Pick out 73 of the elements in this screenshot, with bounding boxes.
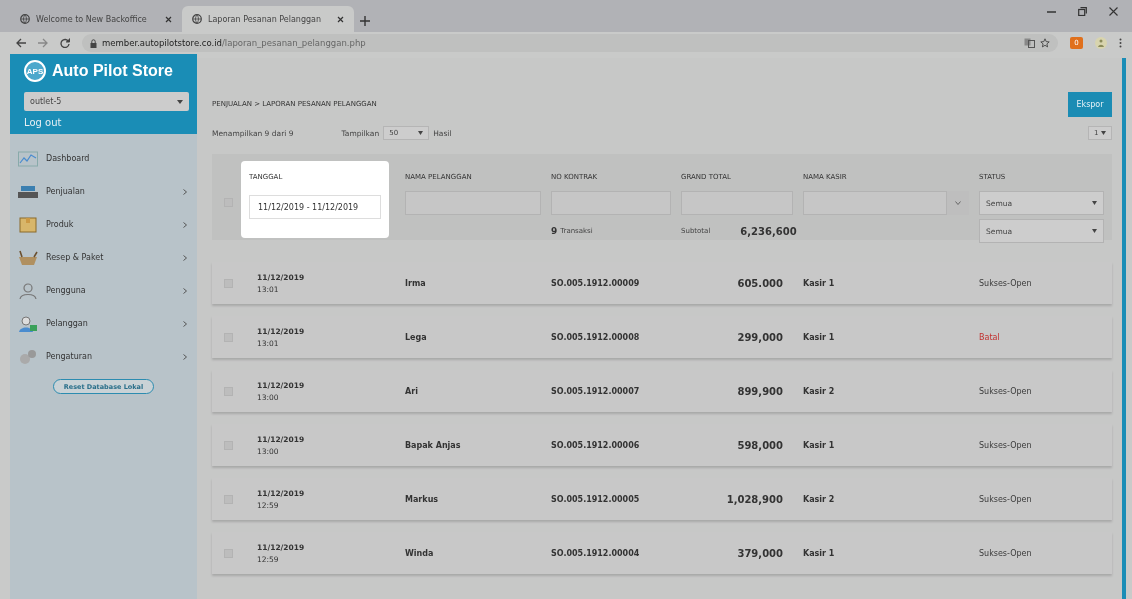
logo: APS bbox=[24, 60, 46, 82]
grand-total: 379,000 bbox=[736, 547, 784, 559]
cashier-name: Kasir 2 bbox=[803, 494, 836, 504]
plus-icon[interactable] bbox=[360, 16, 370, 26]
restore-icon bbox=[1078, 6, 1087, 16]
sidebar-item[interactable]: Resep & Paket bbox=[18, 241, 187, 274]
grand-total: 1,028,900 bbox=[725, 493, 784, 505]
cashier-name: Kasir 1 bbox=[803, 440, 836, 450]
outlet-select[interactable]: outlet-5 bbox=[24, 92, 189, 111]
grand-total: 598,000 bbox=[736, 439, 784, 451]
contract-number: SO.005.1912.00005 bbox=[551, 494, 641, 504]
grand-total: 299,000 bbox=[736, 331, 784, 343]
order-status: Sukses-Open bbox=[979, 494, 1033, 504]
profile-icon bbox=[1095, 37, 1107, 49]
close-icon bbox=[1109, 6, 1118, 16]
more-icon bbox=[1119, 38, 1122, 48]
globe-icon bbox=[192, 14, 202, 24]
lock-icon bbox=[90, 38, 97, 48]
contract-number: SO.005.1912.00008 bbox=[551, 332, 641, 342]
back-arrow-icon bbox=[16, 38, 26, 48]
url-text[interactable]: member.autopilotstore.co.id/laporan_pesanan_pelanggan.php bbox=[102, 38, 366, 48]
reload-icon bbox=[60, 38, 70, 48]
cashier-name: Kasir 1 bbox=[803, 278, 836, 288]
customer-name: Winda bbox=[405, 548, 435, 558]
dropdown-caret-icon bbox=[418, 131, 424, 135]
customer-name: Bapak Anjas bbox=[405, 440, 462, 450]
globe-icon bbox=[20, 14, 30, 24]
grand-total: 899,900 bbox=[736, 385, 784, 397]
cashier-name: Kasir 2 bbox=[803, 386, 836, 396]
order-status: Batal bbox=[979, 332, 1001, 342]
customer-name: Irma bbox=[405, 278, 427, 288]
translate-icon bbox=[1024, 38, 1035, 48]
sidebar-item[interactable]: Pengguna bbox=[18, 274, 187, 307]
dropdown-caret-icon bbox=[1101, 131, 1106, 135]
forward-arrow-icon bbox=[38, 38, 48, 48]
bowl-icon bbox=[18, 249, 38, 266]
grand-total: 605.000 bbox=[736, 277, 784, 289]
user-icon bbox=[18, 282, 38, 299]
order-status: Sukses-Open bbox=[979, 440, 1033, 450]
chevron-down-icon bbox=[955, 201, 961, 205]
cashier-name: Kasir 1 bbox=[803, 548, 836, 558]
sidebar-item[interactable]: Penjualan bbox=[18, 175, 187, 208]
sidebar-item[interactable]: Pelanggan bbox=[18, 307, 187, 340]
close-icon bbox=[165, 15, 172, 23]
order-status: Sukses-Open bbox=[979, 386, 1033, 396]
dropdown-caret-icon bbox=[1092, 201, 1097, 205]
date-range-field[interactable]: 11/12/2019 - 11/12/2019 bbox=[249, 195, 381, 219]
customer-name: Ari bbox=[405, 386, 419, 396]
browser-tab[interactable]: Laporan Pesanan Pelanggan bbox=[182, 6, 354, 32]
export-button[interactable]: Ekspor bbox=[1068, 91, 1112, 117]
sidebar-item[interactable]: Pengaturan bbox=[18, 340, 187, 373]
contract-number: SO.005.1912.00006 bbox=[551, 440, 641, 450]
sidebar-item[interactable]: Produk bbox=[18, 208, 187, 241]
dropdown-caret-icon bbox=[177, 99, 183, 104]
contract-number: SO.005.1912.00009 bbox=[551, 278, 641, 288]
browser-tab[interactable]: Welcome to New Backoffice bbox=[10, 6, 182, 32]
brand-name: Auto Pilot Store bbox=[52, 62, 173, 80]
customer-name: Markus bbox=[405, 494, 440, 504]
sidebar-item[interactable]: Dashboard bbox=[18, 142, 187, 175]
chart-icon bbox=[18, 150, 38, 167]
star-icon bbox=[1040, 38, 1050, 48]
close-icon bbox=[337, 15, 344, 23]
order-status: Sukses-Open bbox=[979, 278, 1033, 288]
users-icon bbox=[18, 315, 38, 332]
cashier-name: Kasir 1 bbox=[803, 332, 836, 342]
order-status: Sukses-Open bbox=[979, 548, 1033, 558]
dropdown-caret-icon bbox=[1092, 229, 1097, 233]
customer-name: Lega bbox=[405, 332, 428, 342]
tray-icon bbox=[18, 183, 38, 200]
subtotal-value: 6,236,600 bbox=[740, 225, 797, 237]
contract-number: SO.005.1912.00004 bbox=[551, 548, 641, 558]
contract-number: SO.005.1912.00007 bbox=[551, 386, 641, 396]
box-icon bbox=[18, 216, 38, 233]
